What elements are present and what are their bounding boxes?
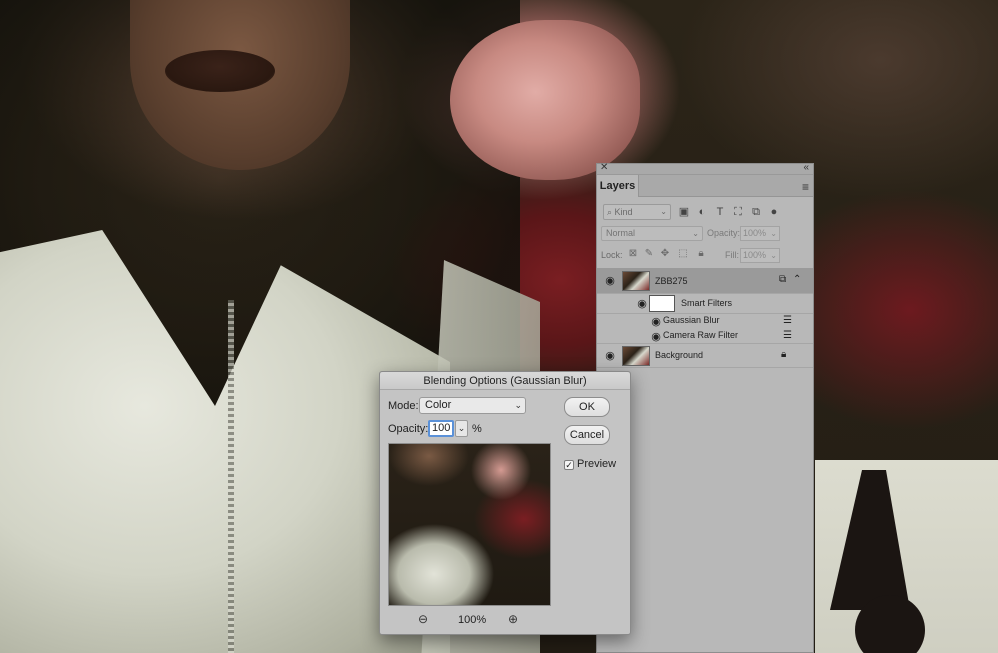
type-filter-icon[interactable]: T bbox=[713, 204, 727, 220]
opacity-input[interactable]: 100 bbox=[428, 420, 454, 437]
lock-position-icon[interactable]: ✥ bbox=[659, 247, 671, 261]
preview-image[interactable] bbox=[388, 443, 551, 606]
filter-kind-select[interactable]: ⌕ Kind ⌄ bbox=[603, 204, 671, 220]
layer-thumbnail bbox=[622, 271, 650, 291]
opacity-label: Opacity: bbox=[388, 423, 429, 435]
panel-title-bar[interactable]: ✕ « bbox=[597, 162, 813, 175]
filter-options-icon[interactable]: ☰ bbox=[783, 315, 792, 326]
layer-opacity-label: Opacity: bbox=[707, 228, 741, 238]
chevron-up-icon[interactable]: ⌃ bbox=[793, 274, 801, 285]
smart-object-filter-icon[interactable]: ⧉ bbox=[749, 204, 763, 220]
lock-pixels-icon[interactable]: ✎ bbox=[643, 247, 655, 261]
photo-lips-region bbox=[165, 50, 275, 92]
eye-icon[interactable]: ◉ bbox=[603, 351, 617, 362]
fill-field[interactable]: 100% ⌄ bbox=[740, 248, 780, 263]
search-icon: ⌕ bbox=[607, 207, 615, 217]
zoom-level: 100% bbox=[458, 614, 487, 626]
opacity-dropdown-button[interactable]: ⌄ bbox=[455, 420, 468, 437]
preview-label[interactable]: Preview bbox=[577, 458, 616, 470]
lock-transparency-icon[interactable]: ⊠ bbox=[627, 247, 639, 261]
dialog-title[interactable]: Blending Options (Gaussian Blur) bbox=[380, 372, 630, 390]
layer-name: Smart Filters bbox=[681, 298, 733, 308]
mode-label: Mode: bbox=[388, 400, 419, 412]
panel-tab-row: Layers ≡ bbox=[597, 175, 813, 197]
layer-opacity-value: 100% bbox=[743, 228, 767, 238]
fill-label: Fill: bbox=[725, 250, 739, 260]
blend-mode-select[interactable]: Normal ⌄ bbox=[601, 226, 703, 241]
eye-icon[interactable]: ◉ bbox=[603, 276, 617, 287]
lock-label: Lock: bbox=[601, 250, 623, 260]
photo-zipper bbox=[228, 300, 234, 653]
eye-icon[interactable]: ◉ bbox=[649, 332, 663, 343]
layer-name: Gaussian Blur bbox=[663, 315, 720, 325]
pixel-filter-icon[interactable]: ▣ bbox=[677, 204, 691, 220]
layer-thumbnail bbox=[622, 346, 650, 366]
filter-options-icon[interactable]: ☰ bbox=[783, 330, 792, 341]
filter-mask-thumbnail bbox=[649, 295, 675, 312]
filter-toggle-icon[interactable]: ● bbox=[767, 204, 781, 220]
lock-artboard-icon[interactable]: ⬚ bbox=[677, 247, 689, 261]
layer-row[interactable]: ◉ Smart Filters bbox=[597, 294, 813, 314]
layer-row[interactable]: ◉ Background 🔒︎ bbox=[597, 344, 813, 368]
blending-options-dialog: Blending Options (Gaussian Blur) Mode: C… bbox=[379, 371, 631, 635]
adjustment-filter-icon[interactable]: ◐ bbox=[695, 204, 709, 220]
double-chevron-icon[interactable]: « bbox=[803, 162, 809, 174]
preview-checkbox[interactable]: ✓ bbox=[564, 460, 574, 470]
eye-icon[interactable]: ◉ bbox=[649, 317, 663, 328]
chevron-down-icon: ⌄ bbox=[514, 400, 522, 410]
layer-row[interactable]: ◉ Camera Raw Filter ☰ bbox=[597, 329, 813, 344]
lock-all-icon[interactable]: 🔒︎ bbox=[695, 247, 707, 261]
mode-value: Color bbox=[425, 399, 452, 411]
percent-sign: % bbox=[472, 423, 482, 435]
shape-filter-icon[interactable]: ⛶ bbox=[731, 204, 745, 220]
tab-layers[interactable]: Layers bbox=[597, 175, 639, 197]
layer-opacity-field[interactable]: 100% ⌄ bbox=[740, 226, 780, 241]
blend-mode-value: Normal bbox=[606, 228, 636, 238]
mode-select[interactable]: Color ⌄ bbox=[419, 397, 526, 414]
layer-name: Background bbox=[655, 350, 704, 360]
close-icon[interactable]: ✕ bbox=[600, 162, 608, 174]
filter-kind-label: Kind bbox=[614, 207, 633, 217]
chevron-down-icon: ⌄ bbox=[692, 229, 699, 238]
photo-hand-region bbox=[450, 20, 640, 180]
eye-icon[interactable]: ◉ bbox=[635, 299, 649, 310]
lock-icon: 🔒︎ bbox=[781, 349, 787, 360]
layer-filter-row: ⌕ Kind ⌄ ▣ ◐ T ⛶ ⧉ ● bbox=[601, 204, 811, 222]
fill-value: 100% bbox=[743, 250, 767, 260]
ok-button[interactable]: OK bbox=[564, 397, 610, 417]
zoom-out-icon[interactable]: ⊖ bbox=[418, 612, 428, 626]
cancel-button[interactable]: Cancel bbox=[564, 425, 610, 445]
hamburger-icon[interactable]: ≡ bbox=[802, 180, 809, 194]
zoom-in-icon[interactable]: ⊕ bbox=[508, 612, 518, 626]
chevron-down-icon: ⌄ bbox=[770, 251, 777, 260]
layer-name: Camera Raw Filter bbox=[663, 330, 739, 340]
chevron-down-icon: ⌄ bbox=[660, 207, 667, 216]
smart-object-icon: ⧉ bbox=[779, 274, 787, 285]
layer-row[interactable]: ◉ ZBB275 ⧉ ⌃ bbox=[597, 268, 813, 294]
layer-row[interactable]: ◉ Gaussian Blur ☰ bbox=[597, 314, 813, 329]
chevron-down-icon: ⌄ bbox=[770, 229, 777, 238]
layer-name: ZBB275 bbox=[655, 276, 688, 286]
